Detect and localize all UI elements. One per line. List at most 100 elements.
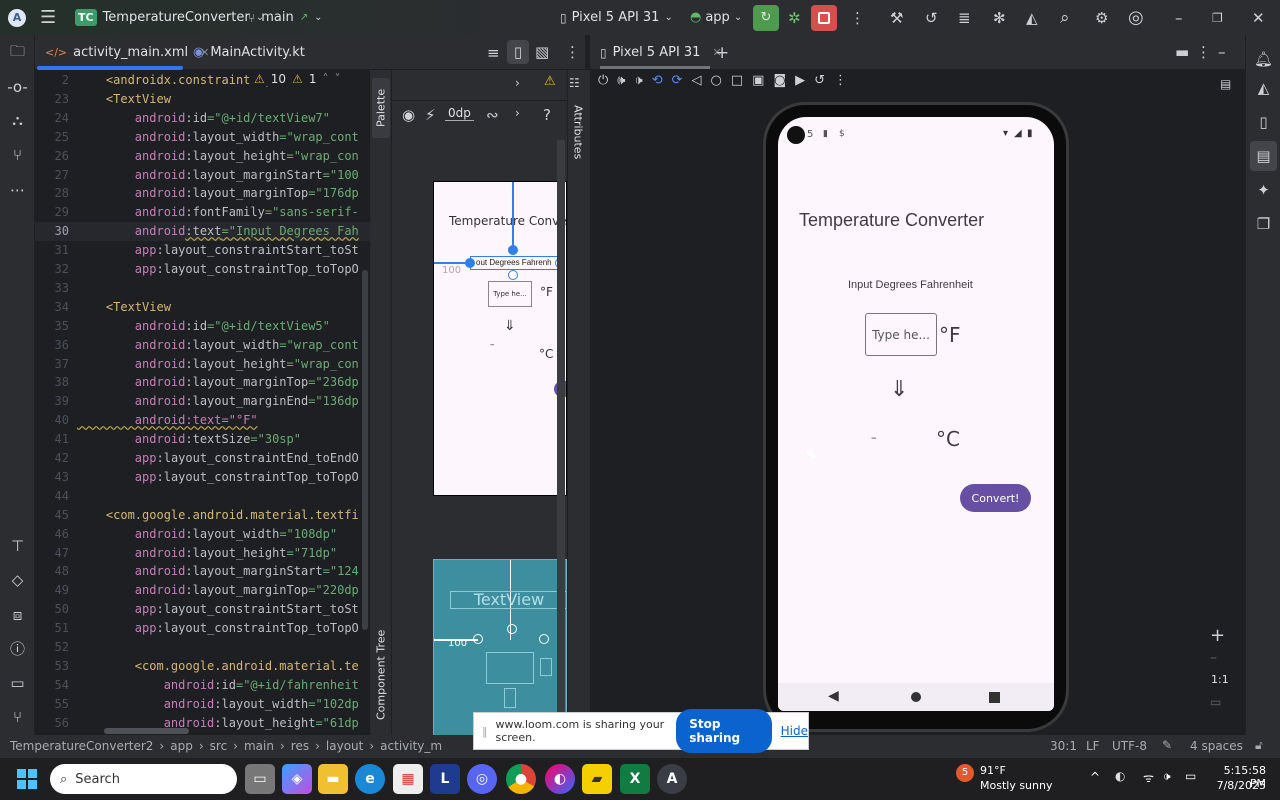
terminal-icon[interactable]: ▭ <box>0 668 35 698</box>
settings-gear-icon[interactable]: ⚙ <box>1095 0 1108 35</box>
problems-icon[interactable]: ⓘ <box>0 633 35 663</box>
rotate-left-icon[interactable]: ⟲ <box>652 73 663 88</box>
pull-requests-icon[interactable]: ⑂ <box>0 140 35 170</box>
preview-scrollbar[interactable] <box>557 140 565 735</box>
power-icon[interactable]: ⏻ <box>598 73 608 88</box>
constraint-handle[interactable] <box>473 634 483 644</box>
code-line[interactable]: 26 android:layout_height="wrap_con <box>35 147 370 166</box>
next-highlight-icon[interactable]: ˅ <box>334 72 340 86</box>
prev-highlight-icon[interactable]: ˄ <box>322 72 328 86</box>
fahrenheit-input[interactable]: Type he... <box>865 313 937 356</box>
stop-sharing-button[interactable]: Stop sharing <box>676 709 772 753</box>
code-line[interactable]: 54 android:id="@+id/fahrenheit <box>35 676 370 695</box>
constraint-handle[interactable] <box>507 624 517 634</box>
task-view-icon[interactable]: ▭ <box>245 764 275 794</box>
convert-button[interactable]: Convert! <box>960 484 1031 512</box>
preview-input[interactable]: Type he... <box>488 281 532 307</box>
tray-app-icon[interactable]: ◐ <box>1115 769 1125 783</box>
project-selector[interactable]: TC TemperatureConverter ⌄ <box>75 0 264 35</box>
help-icon[interactable]: ? <box>543 106 551 124</box>
file-explorer-icon[interactable]: ▬ <box>318 764 348 794</box>
horizontal-scrollbar[interactable] <box>104 728 189 734</box>
code-line[interactable]: 45 <com.google.android.material.textfi <box>35 506 370 525</box>
hide-panel-icon[interactable]: – <box>1218 43 1226 61</box>
attributes-tab[interactable]: Attributes <box>569 95 587 170</box>
zoom-in-button[interactable]: + <box>1210 625 1225 646</box>
code-line[interactable]: 41 android:textSize="30sp" <box>35 430 370 449</box>
design-view-icon[interactable]: ▧ <box>535 43 549 61</box>
ms-store-icon[interactable]: ▦ <box>393 764 423 794</box>
file-encoding[interactable]: UTF-8 <box>1112 739 1147 753</box>
code-line[interactable]: 34 <TextView <box>35 298 370 317</box>
caret-position[interactable]: 30:1 <box>1050 739 1077 753</box>
gemini-icon[interactable]: ◭ <box>1026 0 1038 35</box>
more-icon[interactable]: ⋮ <box>565 43 580 61</box>
warning-icon[interactable]: ⚠ <box>544 74 556 89</box>
attributes-icon[interactable]: ☷ <box>569 76 580 90</box>
home-icon[interactable]: ○ <box>711 73 722 88</box>
browser-icon[interactable]: ◐ <box>545 764 575 794</box>
reset-icon[interactable]: ↺ <box>814 73 825 88</box>
apply-changes-icon[interactable]: ↺ <box>925 0 938 35</box>
default-margin-value[interactable]: 0dp <box>445 106 474 121</box>
code-line[interactable]: 46 android:layout_width="108dp" <box>35 525 370 544</box>
battery-icon[interactable]: ▭ <box>1185 769 1196 783</box>
zoom-out-button[interactable]: – <box>1210 650 1217 666</box>
autoconnect-off-icon[interactable]: ⚡ <box>425 106 436 124</box>
view-options-eye-icon[interactable]: ◉ <box>402 106 415 124</box>
code-line[interactable]: 32 app:layout_constraintTop_toTopO <box>35 260 370 279</box>
read-only-lock-icon[interactable]: 🔓︎ <box>1255 738 1263 753</box>
minimize-button[interactable]: – <box>1175 0 1183 35</box>
debug-icon[interactable]: ✲ <box>788 0 801 35</box>
build-variants-icon[interactable]: ⊤ <box>0 531 35 561</box>
android-studio-taskbar-icon[interactable]: A <box>657 764 687 794</box>
attach-debugger-icon[interactable]: ✻ <box>993 0 1006 35</box>
code-line[interactable]: 49 android:layout_marginTop="220dp <box>35 581 370 600</box>
constraint-handle[interactable] <box>539 634 549 644</box>
split-view-icon[interactable]: ▯ <box>507 40 529 64</box>
running-devices-icon[interactable]: ▤ <box>1250 141 1277 171</box>
breadcrumb-item[interactable]: res <box>291 739 309 753</box>
sparkle-icon[interactable]: ✦ <box>1246 175 1280 205</box>
constraint-handle[interactable] <box>508 270 518 280</box>
code-line[interactable]: 55 android:layout_width="102dp <box>35 695 370 714</box>
code-line[interactable]: 27 android:layout_marginStart="100 <box>35 166 370 185</box>
design-preview[interactable]: Temperature Converter 100 out Degrees Fa… <box>433 181 567 496</box>
code-line[interactable]: 33 <box>35 279 370 298</box>
blueprint-textview[interactable]: TextView <box>450 591 566 609</box>
more-icon[interactable]: ⋮ <box>834 73 847 88</box>
constraint-handle[interactable] <box>508 245 518 255</box>
code-line[interactable]: 40 android:text="°F" <box>35 411 370 430</box>
constraint-handle[interactable] <box>465 258 475 268</box>
copilot-icon[interactable]: ◈ <box>282 764 312 794</box>
more-icon[interactable]: ⋮ <box>850 0 865 35</box>
commit-icon[interactable]: -o- <box>0 72 35 102</box>
search-icon[interactable]: ⌕ <box>1060 0 1070 35</box>
code-line[interactable]: 25 android:layout_width="wrap_cont <box>35 128 370 147</box>
breadcrumb-item[interactable]: TemperatureConverter2 <box>10 739 153 753</box>
breadcrumb-item[interactable]: main <box>244 739 274 753</box>
device-screen[interactable]: 5 ▮ $ ▾ ◢ ▮ Temperature Converter Input … <box>778 117 1054 711</box>
wifi-icon[interactable]: ᯤ <box>1143 769 1154 786</box>
taskbar-search[interactable]: ⌕ Search <box>50 764 237 794</box>
branch-selector[interactable]: ⑂ main ↗ ⌄ <box>248 0 322 35</box>
back-icon[interactable]: ◁ <box>692 73 702 88</box>
nav-home-icon[interactable] <box>911 692 921 702</box>
resource-manager-icon[interactable]: ◇ <box>0 565 35 595</box>
code-line[interactable]: 24 android:id="@+id/textView7" <box>35 109 370 128</box>
vertical-scrollbar[interactable] <box>362 270 368 630</box>
app-inspection-icon[interactable]: ⧈ <box>0 600 35 630</box>
screen-record-icon[interactable]: ▶ <box>795 73 805 88</box>
screenshot-camera-icon[interactable]: ◙ <box>773 73 786 88</box>
code-line[interactable]: 44 <box>35 487 370 506</box>
close-window-button[interactable]: ✕ <box>1252 0 1265 35</box>
start-button[interactable] <box>17 769 37 789</box>
zoom-fit-button[interactable]: ▭ <box>1210 695 1221 709</box>
code-line[interactable]: 42 app:layout_constraintEnd_toEndO <box>35 449 370 468</box>
code-line[interactable]: 37 android:layout_height="wrap_con <box>35 355 370 374</box>
breadcrumb-item[interactable]: src <box>210 739 228 753</box>
code-line[interactable]: 47 android:layout_height="71dp" <box>35 544 370 563</box>
breadcrumb-item[interactable]: layout <box>326 739 363 753</box>
version-control-icon[interactable]: ⑂ <box>0 702 35 732</box>
code-line[interactable]: 51 app:layout_constraintTop_toTopO <box>35 619 370 638</box>
